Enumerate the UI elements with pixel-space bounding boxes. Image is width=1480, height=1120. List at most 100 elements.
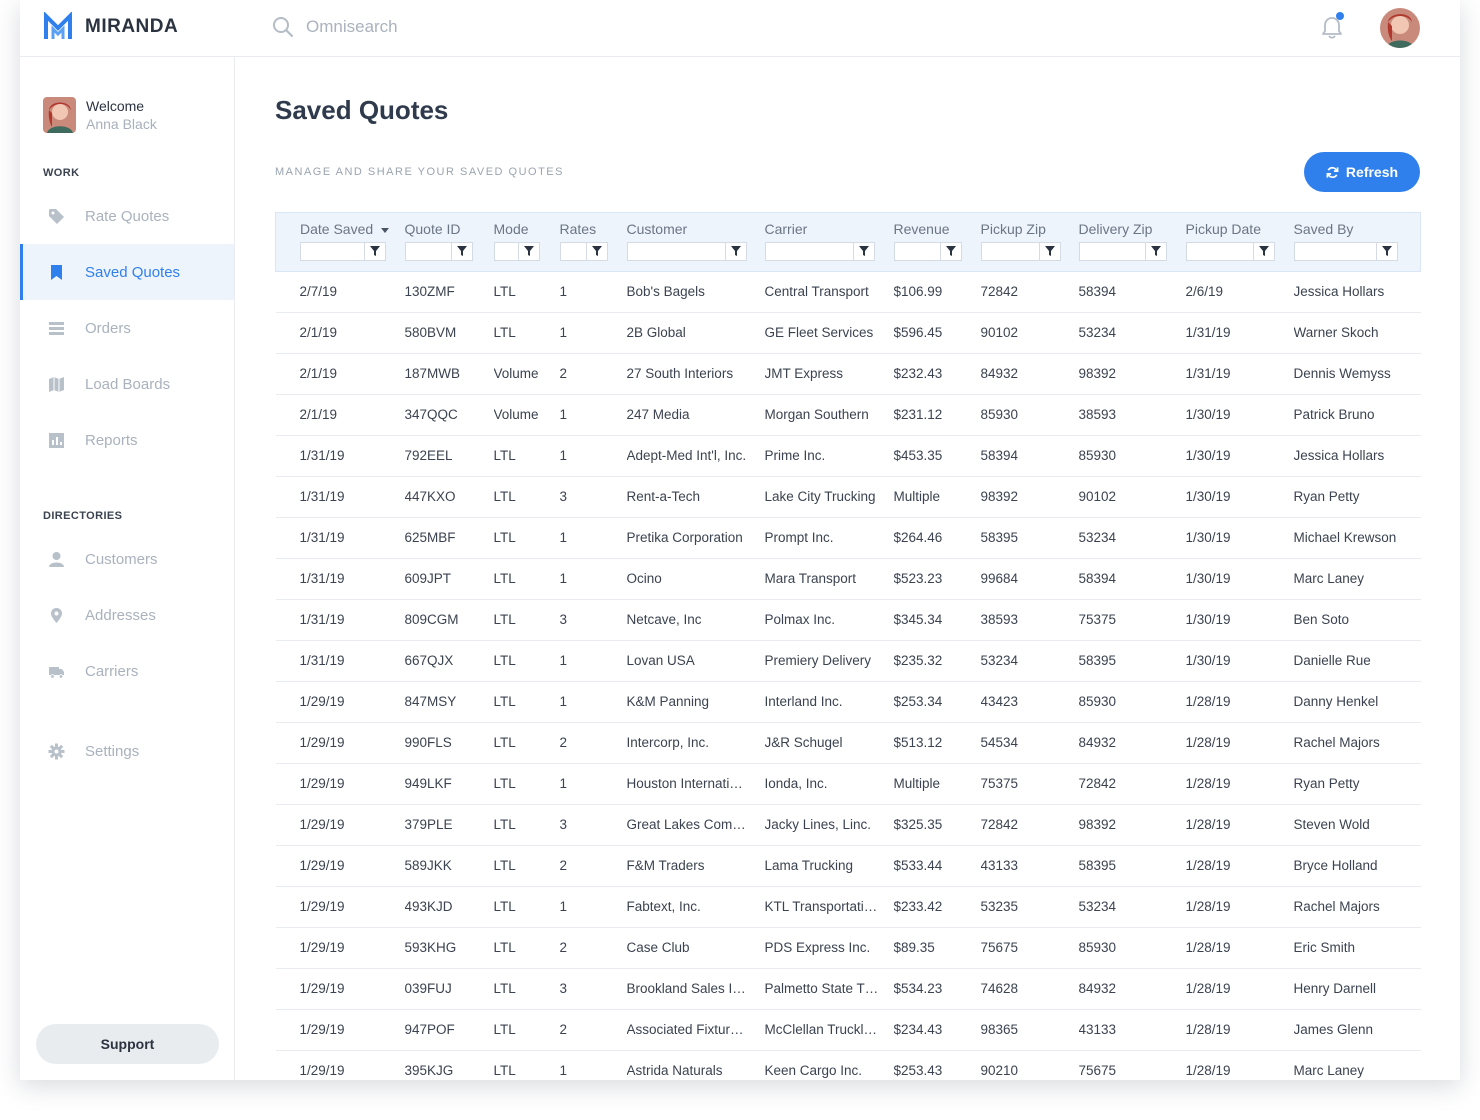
column-header[interactable]: Pickup Zip — [980, 212, 1079, 237]
column-header[interactable]: Quote ID — [404, 212, 494, 237]
filter-button[interactable] — [1375, 241, 1398, 261]
sidebar-item-load-boards[interactable]: Load Boards — [20, 356, 234, 412]
table-cell: $253.43 — [893, 1050, 981, 1080]
table-row[interactable]: 1/29/19 379PLE LTL 3 Great Lakes Com… Jacky L… — [275, 804, 1421, 846]
user-avatar[interactable] — [1380, 8, 1420, 48]
table-row[interactable]: 2/7/19 130ZMF LTL 1 Bob's Bagels Central Tran… — [275, 271, 1421, 313]
column-header[interactable]: Date Saved — [275, 212, 405, 237]
sidebar-item-rate-quotes[interactable]: Rate Quotes — [20, 188, 234, 244]
sidebar-item-saved-quotes[interactable]: Saved Quotes — [20, 244, 234, 300]
sidebar-item-reports[interactable]: Reports — [20, 412, 234, 468]
notifications-button[interactable] — [1318, 12, 1346, 42]
column-header[interactable]: Carrier — [764, 212, 894, 237]
table-cell: Multiple — [893, 763, 981, 805]
filter-input[interactable] — [764, 241, 853, 261]
filter-button[interactable] — [1252, 241, 1275, 261]
sort-descending-icon[interactable] — [381, 227, 390, 233]
support-button[interactable]: Support — [36, 1024, 219, 1064]
list-icon — [49, 321, 64, 335]
table-row[interactable]: 2/1/19 187MWB Volume 2 27 South Interiors JMT… — [275, 353, 1421, 395]
filter-input[interactable] — [1293, 241, 1376, 261]
refresh-button[interactable]: Refresh — [1304, 152, 1420, 192]
table-row[interactable]: 1/31/19 447KXO LTL 3 Rent-a-Tech Lake City Tr… — [275, 476, 1421, 518]
filter-input[interactable] — [893, 241, 940, 261]
table-cell: 2 — [559, 722, 627, 764]
sidebar-item-label: Carriers — [85, 662, 139, 680]
column-header[interactable]: Delivery Zip — [1078, 212, 1186, 237]
filter-input[interactable] — [300, 241, 364, 261]
table-cell: 2/1/19 — [275, 353, 405, 395]
filter-input[interactable] — [626, 241, 725, 261]
table-cell: 2 — [559, 1009, 627, 1051]
filter-button[interactable] — [585, 241, 608, 261]
table-cell: 90102 — [1078, 476, 1186, 518]
filter-button[interactable] — [1144, 241, 1167, 261]
table-cell: 53234 — [1078, 312, 1186, 354]
table-row[interactable]: 1/31/19 809CGM LTL 3 Netcave, Inc Polmax Inc.… — [275, 599, 1421, 641]
table-cell: Polmax Inc. — [764, 599, 894, 641]
sidebar-item-customers[interactable]: Customers — [20, 531, 234, 587]
table-row[interactable]: 1/31/19 609JPT LTL 1 Ocino Mara Transport $523… — [275, 558, 1421, 600]
filter-input[interactable] — [404, 241, 451, 261]
filter-button[interactable] — [724, 241, 747, 261]
table-cell: 72842 — [980, 804, 1079, 846]
filter-input[interactable] — [980, 241, 1039, 261]
filter-input[interactable] — [493, 241, 518, 261]
column-header-label: Rates — [559, 221, 597, 237]
table-cell: 2/7/19 — [275, 271, 405, 313]
table-row[interactable]: 2/1/19 580BVM LTL 1 2B Global GE Fleet Servic… — [275, 312, 1421, 354]
filter-input[interactable] — [1185, 241, 1253, 261]
column-header[interactable]: Customer — [626, 212, 765, 237]
table-row[interactable]: 1/29/19 593KHG LTL 2 Case Club PDS Express In… — [275, 927, 1421, 969]
column-header[interactable]: Saved By — [1293, 212, 1421, 237]
logo[interactable]: MIRANDA — [43, 12, 178, 42]
table-cell: LTL — [493, 640, 560, 682]
table-row[interactable]: 1/29/19 990FLS LTL 2 Intercorp, Inc. J&R Schu… — [275, 722, 1421, 764]
table-row[interactable]: 1/31/19 792EEL LTL 1 Adept-Med Int'l, Inc. Pr… — [275, 435, 1421, 477]
table-row[interactable]: 1/29/19 847MSY LTL 1 K&M Panning Interland In… — [275, 681, 1421, 723]
filter-button[interactable] — [364, 241, 386, 261]
sidebar-item-carriers[interactable]: Carriers — [20, 643, 234, 699]
table-row[interactable]: 1/29/19 493KJD LTL 1 Fabtext, Inc. KTL Transp… — [275, 886, 1421, 928]
filter-button[interactable] — [1038, 241, 1061, 261]
filter-button[interactable] — [517, 241, 540, 261]
table-row[interactable]: 1/29/19 039FUJ LTL 3 Brookland Sales I… Palme… — [275, 968, 1421, 1010]
table-row[interactable]: 2/1/19 347QQC Volume 1 247 Media Morgan South… — [275, 394, 1421, 436]
table-row[interactable]: 1/29/19 949LKF LTL 1 Houston Internati… Ionda… — [275, 763, 1421, 805]
filter-input[interactable] — [559, 241, 586, 261]
sidebar-item-addresses[interactable]: Addresses — [20, 587, 234, 643]
table-cell: 84932 — [1078, 722, 1186, 764]
table-cell: James Glenn — [1293, 1009, 1421, 1051]
search-input[interactable] — [306, 17, 606, 37]
table-row[interactable]: 1/31/19 625MBF LTL 1 Pretika Corporation Prom… — [275, 517, 1421, 559]
table-cell: Warner Skoch — [1293, 312, 1421, 354]
table-cell: Ryan Petty — [1293, 476, 1421, 518]
table-cell: $345.34 — [893, 599, 981, 641]
table-cell: LTL — [493, 599, 560, 641]
sidebar-item-settings[interactable]: Settings — [20, 723, 234, 779]
filter-button[interactable] — [450, 241, 473, 261]
table-cell: $264.46 — [893, 517, 981, 559]
filter-button[interactable] — [939, 241, 962, 261]
table-row[interactable]: 1/31/19 667QJX LTL 1 Lovan USA Premiery Deliv… — [275, 640, 1421, 682]
table-cell: Dennis Wemyss — [1293, 353, 1421, 395]
column-header[interactable]: Mode — [493, 212, 560, 237]
table-cell: PDS Express Inc. — [764, 927, 894, 969]
table-cell: 609JPT — [404, 558, 494, 600]
omnisearch[interactable] — [272, 16, 606, 38]
table-row[interactable]: 1/29/19 589JKK LTL 2 F&M Traders Lama Truckin… — [275, 845, 1421, 887]
table-row[interactable]: 1/29/19 947POF LTL 2 Associated Fixtur… McCle… — [275, 1009, 1421, 1051]
filter-control — [1078, 241, 1186, 261]
table-cell: Jessica Hollars — [1293, 271, 1421, 313]
column-header[interactable]: Rates — [559, 212, 627, 237]
column-header[interactable]: Pickup Date — [1185, 212, 1294, 237]
table-row[interactable]: 1/29/19 395KJG LTL 1 Astrida Naturals Keen Ca… — [275, 1050, 1421, 1080]
sidebar-item-orders[interactable]: Orders — [20, 300, 234, 356]
table-cell: 58395 — [1078, 845, 1186, 887]
filter-button[interactable] — [852, 241, 875, 261]
table-cell: 1/30/19 — [1185, 435, 1294, 477]
column-header[interactable]: Revenue — [893, 212, 981, 237]
table-cell: 72842 — [1078, 763, 1186, 805]
table-cell: 3 — [559, 968, 627, 1010]
filter-input[interactable] — [1078, 241, 1145, 261]
